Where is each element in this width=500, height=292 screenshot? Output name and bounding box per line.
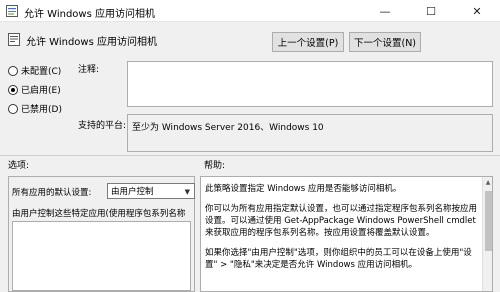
- help-panel: 此策略设置指定 Windows 应用是否能够访问相机。 你可以为所有应用指定默认…: [200, 176, 493, 292]
- help-heading: 帮助:: [204, 161, 226, 171]
- policy-app-icon: [6, 5, 18, 17]
- radio-circle: [8, 65, 18, 76]
- options-panel: 所有应用的默认设置: 由用户控制 ▼ 由用户控制这些特定应用(使用程序包系列名称: [8, 176, 195, 292]
- radio-circle-checked: [8, 84, 18, 95]
- window-title: 允许 Windows 应用访问相机: [24, 9, 155, 20]
- help-paragraph: 此策略设置指定 Windows 应用是否能够访问相机。: [205, 184, 402, 194]
- platform-label: 支持的平台:: [78, 121, 127, 131]
- maximize-button[interactable]: ☐: [408, 0, 454, 22]
- platform-value: 至少为 Windows Server 2016、Windows 10: [132, 123, 324, 133]
- radio-circle: [8, 103, 18, 114]
- help-paragraph: 你可以为所有应用指定默认设置，也可以通过指定程序包系列名称按应用设置。可以通过使…: [205, 204, 478, 238]
- title-bar: 允许 Windows 应用访问相机 — ☐ ✕: [0, 0, 500, 22]
- options-heading: 选项:: [8, 161, 30, 171]
- help-paragraph: 如果你选择"由用户控制"选项，则你组织中的员工可以在设备上使用"设置" > "隐…: [205, 248, 472, 270]
- comment-textarea[interactable]: [127, 61, 493, 107]
- chevron-down-icon: ▼: [184, 188, 190, 196]
- dropdown-value: 由用户控制: [111, 187, 154, 197]
- platform-field: 至少为 Windows Server 2016、Windows 10: [127, 114, 493, 152]
- scroll-up-icon[interactable]: ▲: [483, 179, 492, 186]
- radio-label: 已禁用(D): [21, 105, 62, 115]
- setting-icon: [8, 33, 20, 46]
- policy-title: 允许 Windows 应用访问相机: [26, 37, 157, 48]
- radio-label: 已启用(E): [21, 86, 61, 96]
- radio-not-configured[interactable]: 未配置(C): [8, 64, 61, 77]
- per-app-list-box[interactable]: [12, 221, 191, 291]
- section-divider: [0, 155, 500, 156]
- minimize-button[interactable]: —: [362, 0, 408, 22]
- next-setting-button[interactable]: 下一个设置(N): [349, 32, 421, 52]
- radio-label: 未配置(C): [21, 67, 62, 77]
- per-app-list-label: 由用户控制这些特定应用(使用程序包系列名称: [12, 209, 186, 219]
- help-scrollbar[interactable]: ▲: [482, 177, 492, 291]
- default-setting-dropdown[interactable]: 由用户控制 ▼: [107, 183, 195, 199]
- radio-enabled[interactable]: 已启用(E): [8, 83, 61, 96]
- close-button[interactable]: ✕: [454, 0, 500, 22]
- default-setting-label: 所有应用的默认设置:: [12, 188, 92, 198]
- previous-setting-button[interactable]: 上一个设置(P): [272, 32, 344, 52]
- comment-label: 注释:: [78, 65, 100, 75]
- radio-disabled[interactable]: 已禁用(D): [8, 102, 62, 115]
- scroll-thumb[interactable]: [485, 191, 492, 251]
